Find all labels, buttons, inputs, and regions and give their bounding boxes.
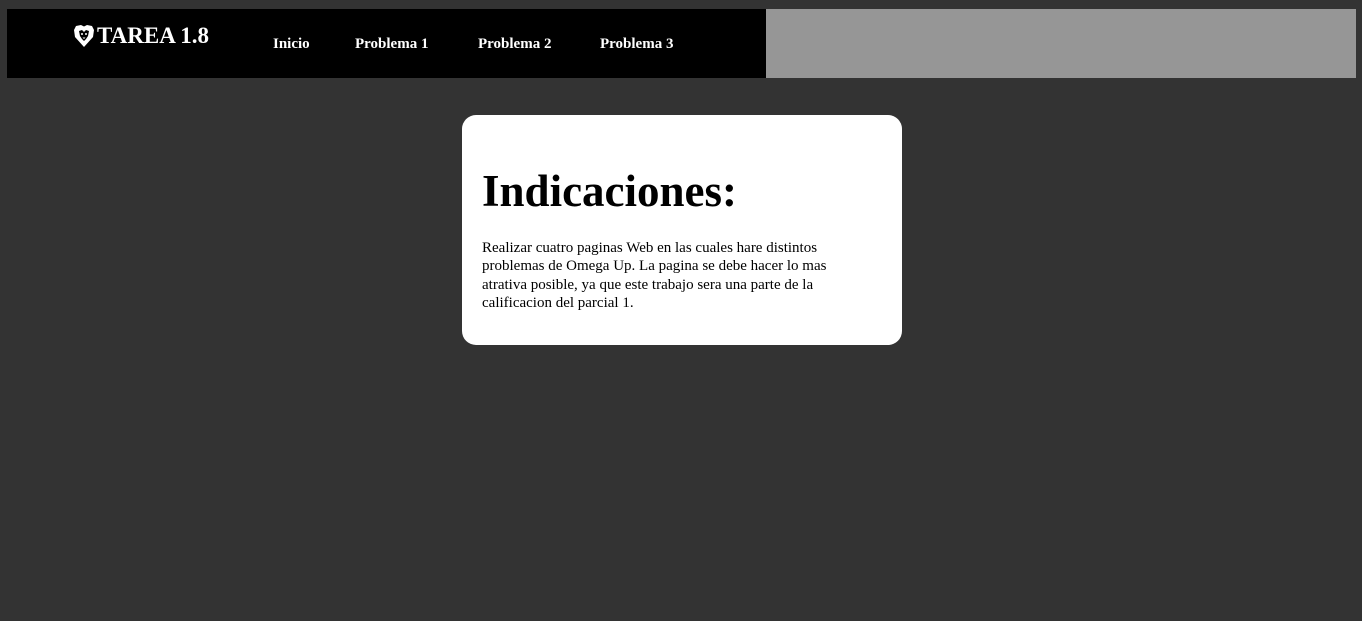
instructions-card: Indicaciones: Realizar cuatro paginas We…	[462, 115, 902, 345]
nav-link-problema-2[interactable]: Problema 2	[478, 36, 551, 53]
instructions-text: Realizar cuatro paginas Web en las cuale…	[482, 240, 827, 311]
brand-title: TAREA 1.8	[97, 23, 210, 48]
nav-link-problema-3[interactable]: Problema 3	[600, 36, 673, 53]
nav-link-inicio[interactable]: Inicio	[273, 36, 310, 53]
brand-link[interactable]: TAREA 1.8	[73, 23, 209, 49]
top-navbar: TAREA 1.8 Inicio Problema 1 Problema 2 P…	[7, 9, 1356, 78]
nav-link-problema-1[interactable]: Problema 1	[355, 36, 428, 53]
navbar-gray-panel	[766, 9, 1356, 78]
instructions-heading: Indicaciones:	[482, 166, 738, 216]
lion-shield-icon	[73, 24, 95, 48]
